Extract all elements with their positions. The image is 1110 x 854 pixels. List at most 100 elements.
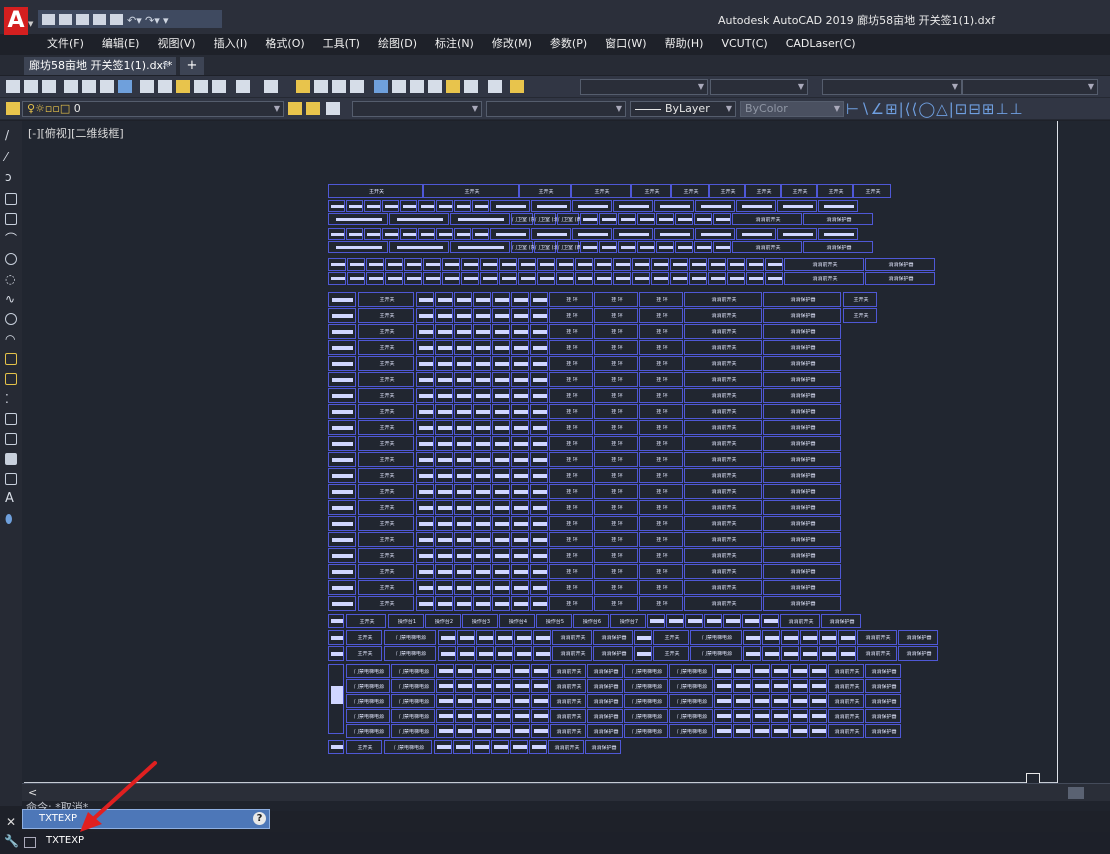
redo-icon[interactable] [264, 80, 278, 93]
undo-icon[interactable]: ↶▾ [127, 14, 142, 27]
command-prompt-icon[interactable] [24, 837, 36, 848]
label-cell[interactable]: 消消保护器 [763, 388, 841, 403]
label-cell[interactable] [613, 228, 653, 240]
help-icon[interactable] [488, 80, 502, 93]
label-cell[interactable] [533, 630, 551, 645]
label-cell[interactable] [752, 694, 770, 708]
label-cell[interactable] [575, 272, 593, 285]
label-cell[interactable] [461, 272, 479, 285]
label-cell[interactable] [328, 548, 356, 563]
label-cell[interactable] [454, 516, 472, 531]
label-cell[interactable] [436, 679, 454, 693]
label-cell[interactable] [454, 308, 472, 323]
label-cell[interactable] [556, 258, 574, 271]
label-cell[interactable] [454, 228, 471, 240]
label-cell[interactable] [454, 388, 472, 403]
label-cell[interactable] [632, 272, 650, 285]
label-cell[interactable]: 主开关 [358, 292, 414, 307]
pan-icon[interactable] [296, 80, 310, 93]
label-cell[interactable]: 消消前开关 [684, 324, 762, 339]
menu-vcut[interactable]: VCUT(C) [712, 36, 776, 54]
label-cell[interactable] [733, 679, 751, 693]
label-cell[interactable]: 挂 坪 [594, 596, 638, 611]
zoom-previous-icon[interactable] [350, 80, 364, 93]
label-cell[interactable] [454, 404, 472, 419]
label-cell[interactable]: 主开关 [358, 452, 414, 467]
label-cell[interactable] [435, 436, 453, 451]
revcloud-icon[interactable]: ◌ [5, 273, 17, 285]
label-cell[interactable] [530, 324, 548, 339]
label-cell[interactable] [328, 564, 356, 579]
label-cell[interactable]: 门禁电梯电源 [346, 664, 390, 678]
label-cell[interactable] [328, 500, 356, 515]
label-cell[interactable]: 消消前开关 [684, 436, 762, 451]
label-cell[interactable] [476, 630, 494, 645]
circle-icon[interactable] [5, 253, 17, 265]
label-cell[interactable] [708, 258, 726, 271]
label-cell[interactable] [436, 200, 453, 212]
block-editor-icon[interactable] [212, 80, 226, 93]
label-cell[interactable]: 消消前开关 [684, 388, 762, 403]
label-cell[interactable] [473, 388, 491, 403]
label-cell[interactable] [733, 709, 751, 723]
label-cell[interactable] [781, 646, 799, 661]
label-cell[interactable] [530, 356, 548, 371]
label-cell[interactable] [530, 500, 548, 515]
customize-qat-icon[interactable]: ▾ [163, 14, 177, 27]
label-cell[interactable]: 挂 坪 [639, 580, 683, 595]
color-select[interactable]: ▼ [486, 101, 626, 117]
label-cell[interactable] [493, 664, 511, 678]
copy-icon[interactable] [158, 80, 172, 93]
label-cell[interactable]: 门禁电梯电源 [391, 679, 435, 693]
label-cell[interactable] [490, 228, 530, 240]
label-cell[interactable] [771, 679, 789, 693]
label-cell[interactable] [454, 372, 472, 387]
label-cell[interactable]: 消消保护器 [587, 679, 623, 693]
label-cell[interactable] [328, 228, 345, 240]
label-cell[interactable] [511, 468, 529, 483]
scroll-left-arrow[interactable]: < [28, 786, 37, 799]
label-cell[interactable]: 消消保护器 [898, 630, 938, 645]
label-cell[interactable] [492, 548, 510, 563]
label-cell[interactable] [790, 694, 808, 708]
label-cell[interactable]: 消消前开关 [684, 564, 762, 579]
label-cell[interactable]: 消消前开关 [684, 420, 762, 435]
label-cell[interactable]: 消消前开关 [550, 679, 586, 693]
label-cell[interactable] [599, 241, 617, 253]
label-cell[interactable] [416, 452, 434, 467]
label-cell[interactable] [733, 694, 751, 708]
label-cell[interactable]: 门卫室 (西侧) [557, 213, 580, 225]
label-cell[interactable] [473, 484, 491, 499]
label-cell[interactable] [809, 664, 827, 678]
close-icon[interactable]: ✕ [6, 815, 16, 829]
label-cell[interactable]: 消消保护器 [865, 709, 901, 723]
label-cell[interactable] [418, 200, 435, 212]
label-cell[interactable] [438, 646, 456, 661]
label-cell[interactable] [400, 200, 417, 212]
label-cell[interactable] [530, 548, 548, 563]
label-cell[interactable] [493, 709, 511, 723]
label-cell[interactable]: 消消前开关 [684, 580, 762, 595]
new-tab-button[interactable]: + [180, 57, 204, 75]
label-cell[interactable] [704, 614, 722, 628]
label-cell[interactable] [491, 740, 509, 754]
label-cell[interactable]: 主开关 [358, 308, 414, 323]
label-cell[interactable] [510, 740, 528, 754]
label-cell[interactable]: 挂 坪 [549, 596, 593, 611]
label-cell[interactable] [530, 340, 548, 355]
label-cell[interactable] [438, 630, 456, 645]
label-cell[interactable] [473, 580, 491, 595]
label-cell[interactable]: 挂 坪 [549, 436, 593, 451]
label-cell[interactable] [495, 630, 513, 645]
label-cell[interactable] [809, 679, 827, 693]
menu-insert[interactable]: 插入(I) [205, 36, 257, 54]
label-cell[interactable] [492, 468, 510, 483]
label-cell[interactable]: 消消前开关 [684, 356, 762, 371]
label-cell[interactable]: 主开关 [358, 356, 414, 371]
label-cell[interactable]: 门禁电梯电源 [384, 740, 432, 754]
layer-states-icon[interactable] [326, 102, 340, 115]
sheet-set-icon[interactable] [428, 80, 442, 93]
label-cell[interactable]: 消消保护器 [763, 580, 841, 595]
label-cell[interactable]: 挂 坪 [639, 436, 683, 451]
label-cell[interactable] [385, 258, 403, 271]
